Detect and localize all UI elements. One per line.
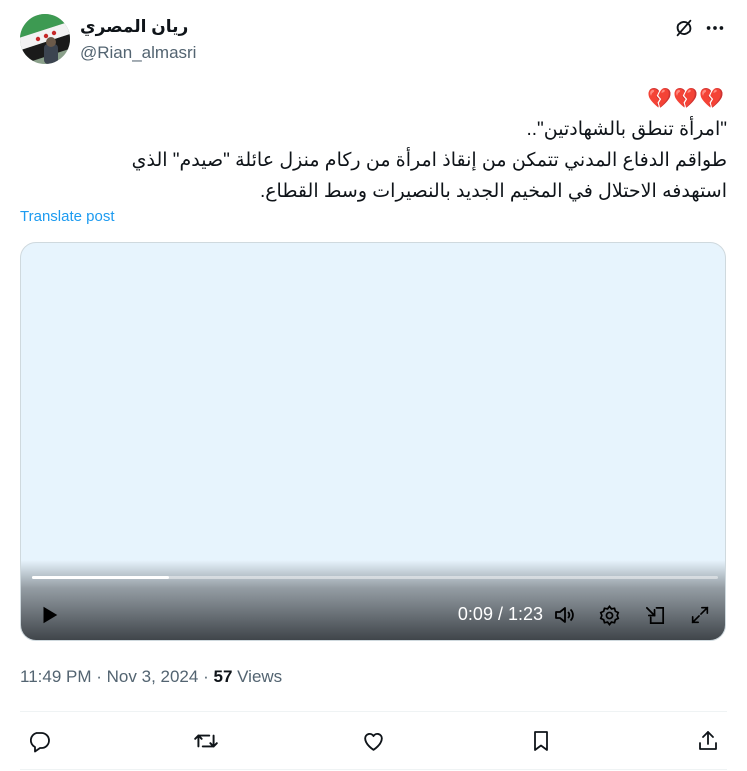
bookmark-icon[interactable]: [528, 728, 554, 754]
video-progress-fill: [32, 576, 170, 579]
settings-gear-icon[interactable]: [597, 603, 621, 627]
views-count: 57: [213, 667, 233, 686]
tweet-time[interactable]: 11:49 PM: [20, 667, 92, 686]
more-dots-icon[interactable]: [703, 16, 727, 40]
tweet-meta: 11:49 PM · Nov 3, 2024 · 57 Views: [20, 667, 282, 687]
video-progress-bar[interactable]: [32, 576, 718, 579]
divider-bottom: [20, 769, 727, 770]
fullscreen-icon[interactable]: [688, 603, 712, 627]
play-icon[interactable]: [37, 603, 61, 627]
broken-heart-emojis: 💔💔💔: [647, 88, 725, 110]
reply-icon[interactable]: [26, 728, 52, 754]
tweet-text-line-1: "امرأة تنطق بالشهادتين"..: [526, 119, 727, 140]
share-icon[interactable]: [695, 728, 721, 754]
author-handle[interactable]: @Rian_almasri: [80, 43, 196, 63]
tweet-text-line-2: طواقم الدفاع المدني تتمكن من إنقاذ امرأة…: [131, 150, 727, 171]
translate-post-link[interactable]: Translate post: [20, 208, 115, 225]
pip-icon[interactable]: [643, 603, 667, 627]
meta-separator: ·: [203, 667, 209, 686]
video-controls-gradient: [21, 560, 725, 640]
views-label: Views: [237, 667, 283, 686]
syrian-revolution-flag-avatar-icon: [20, 14, 70, 64]
meta-separator: ·: [96, 667, 102, 686]
like-icon[interactable]: [360, 728, 386, 754]
volume-icon[interactable]: [552, 603, 576, 627]
author-display-name[interactable]: ريان المصري: [80, 17, 188, 37]
video-player[interactable]: 0:09 / 1:23: [20, 242, 726, 641]
video-time-label: 0:09 / 1:23: [457, 604, 543, 624]
divider: [20, 711, 727, 712]
repost-icon[interactable]: [193, 728, 219, 754]
tweet-text-line-3: استهدفه الاحتلال في المخيم الجديد بالنصي…: [259, 181, 727, 202]
tweet-date[interactable]: Nov 3, 2024: [107, 667, 199, 686]
grok-slash-icon[interactable]: [672, 16, 696, 40]
avatar[interactable]: [20, 14, 70, 64]
